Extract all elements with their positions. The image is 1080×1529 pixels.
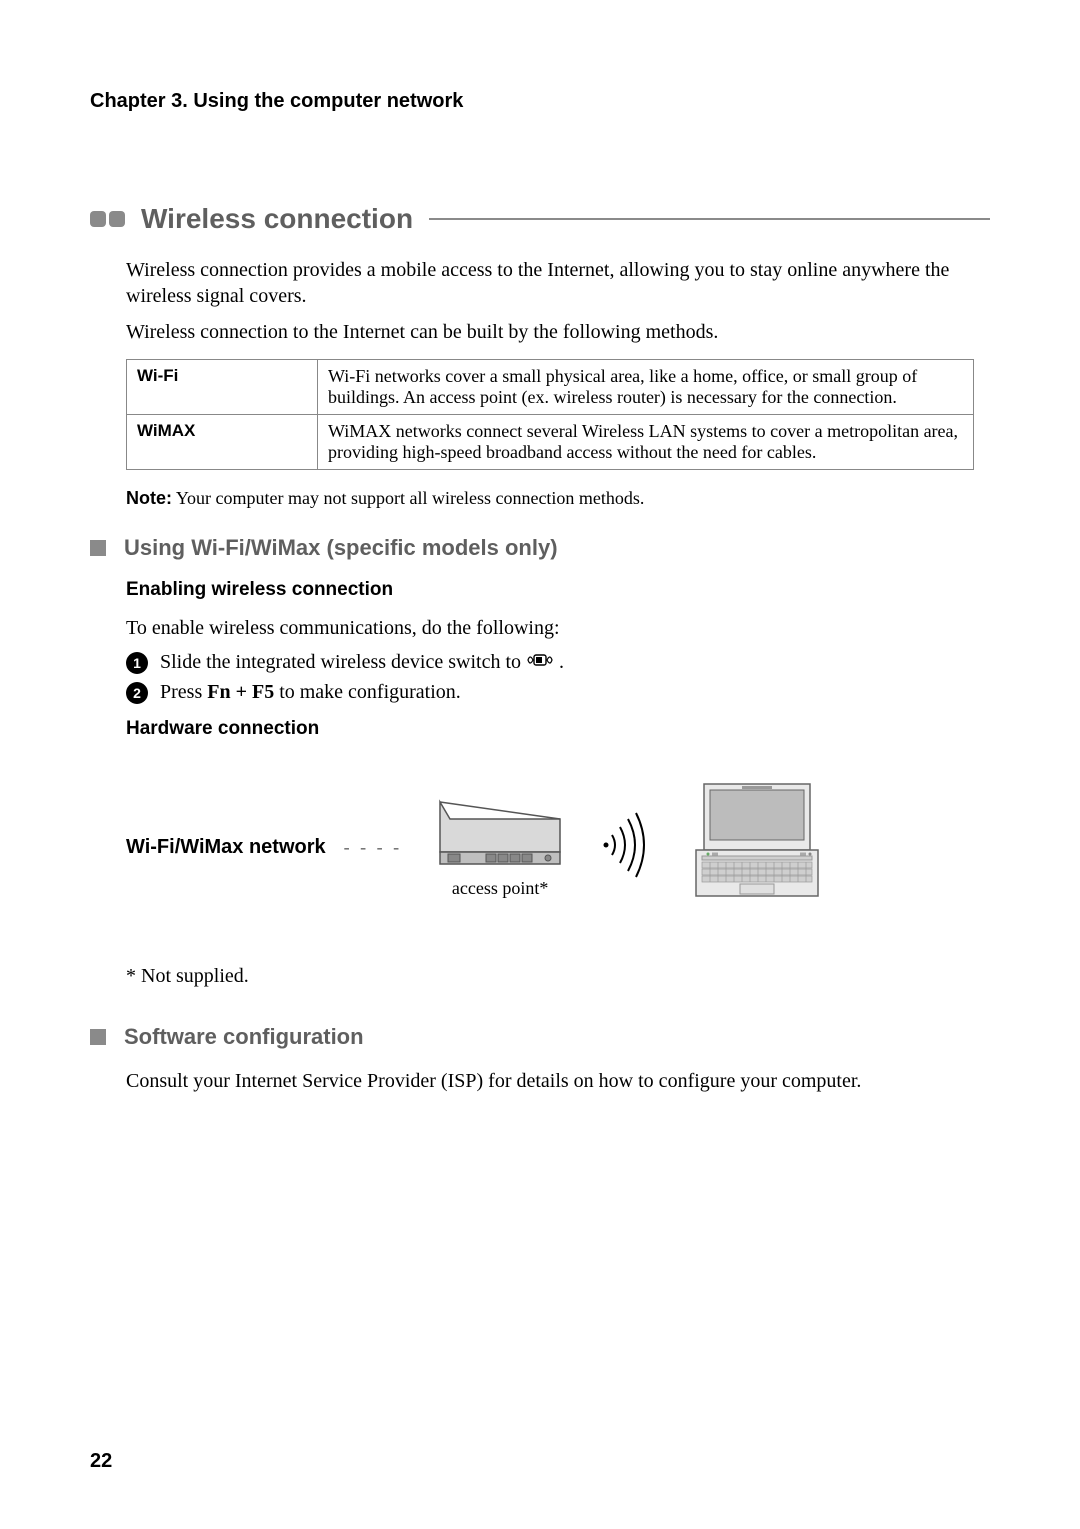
table-row: Wi-Fi Wi-Fi networks cover a small physi…	[127, 360, 974, 415]
wireless-methods-table: Wi-Fi Wi-Fi networks cover a small physi…	[126, 359, 974, 470]
hardware-heading: Hardware connection	[126, 718, 990, 740]
wimax-name-cell: WiMAX	[127, 415, 318, 470]
square-bullet-icon	[90, 540, 106, 556]
step-list: 1 Slide the integrated wireless device s…	[126, 651, 990, 704]
section-rule	[429, 218, 990, 220]
note-label: Note:	[126, 488, 172, 508]
step-1-text-post: .	[559, 651, 564, 673]
step-1: 1 Slide the integrated wireless device s…	[126, 651, 990, 675]
subsection-title: Using Wi-Fi/WiMax (specific models only)	[124, 535, 558, 561]
section-bullet-icon	[90, 209, 125, 229]
enabling-intro: To enable wireless communications, do th…	[126, 615, 990, 641]
section-intro-1: Wireless connection provides a mobile ac…	[126, 257, 990, 309]
footnote: * Not supplied.	[126, 965, 990, 988]
page-number: 22	[90, 1450, 112, 1473]
section-heading-row: Wireless connection	[90, 203, 990, 235]
wireless-switch-icon	[526, 651, 554, 675]
step-2-text-pre: Press	[160, 681, 207, 703]
enabling-heading: Enabling wireless connection	[126, 579, 990, 601]
section-title: Wireless connection	[141, 203, 413, 235]
square-bullet-icon	[90, 1029, 106, 1045]
fn-f5-key: Fn + F5	[207, 681, 274, 703]
note-line: Note: Your computer may not support all …	[126, 488, 990, 509]
access-point-caption: access point*	[430, 878, 570, 899]
subsection-software-config: Software configuration	[90, 1024, 990, 1050]
table-row: WiMAX WiMAX networks connect several Wir…	[127, 415, 974, 470]
chapter-header: Chapter 3. Using the computer network	[90, 90, 990, 113]
subsection-title: Software configuration	[124, 1024, 364, 1050]
wifi-desc-cell: Wi-Fi networks cover a small physical ar…	[318, 360, 974, 415]
dashes-icon: - - - -	[344, 837, 402, 858]
wireless-signal-icon	[594, 805, 654, 890]
step-2-text-post: to make configuration.	[274, 681, 461, 703]
wifi-wimax-label: Wi-Fi/WiMax network	[126, 836, 326, 859]
access-point-icon	[430, 854, 570, 871]
step-number-2-icon: 2	[126, 682, 148, 704]
wimax-desc-cell: WiMAX networks connect several Wireless …	[318, 415, 974, 470]
section-intro-2: Wireless connection to the Internet can …	[126, 319, 990, 345]
step-number-1-icon: 1	[126, 652, 148, 674]
subsection-using-wifi: Using Wi-Fi/WiMax (specific models only)	[90, 535, 990, 561]
step-1-text-pre: Slide the integrated wireless device swi…	[160, 651, 526, 673]
note-text: Your computer may not support all wirele…	[172, 488, 644, 508]
software-config-text: Consult your Internet Service Provider (…	[126, 1068, 990, 1094]
laptop-icon	[682, 780, 832, 915]
step-2: 2 Press Fn + F5 to make configuration.	[126, 681, 990, 704]
wifi-name-cell: Wi-Fi	[127, 360, 318, 415]
hardware-diagram: Wi-Fi/WiMax network - - - - access point…	[126, 780, 990, 915]
